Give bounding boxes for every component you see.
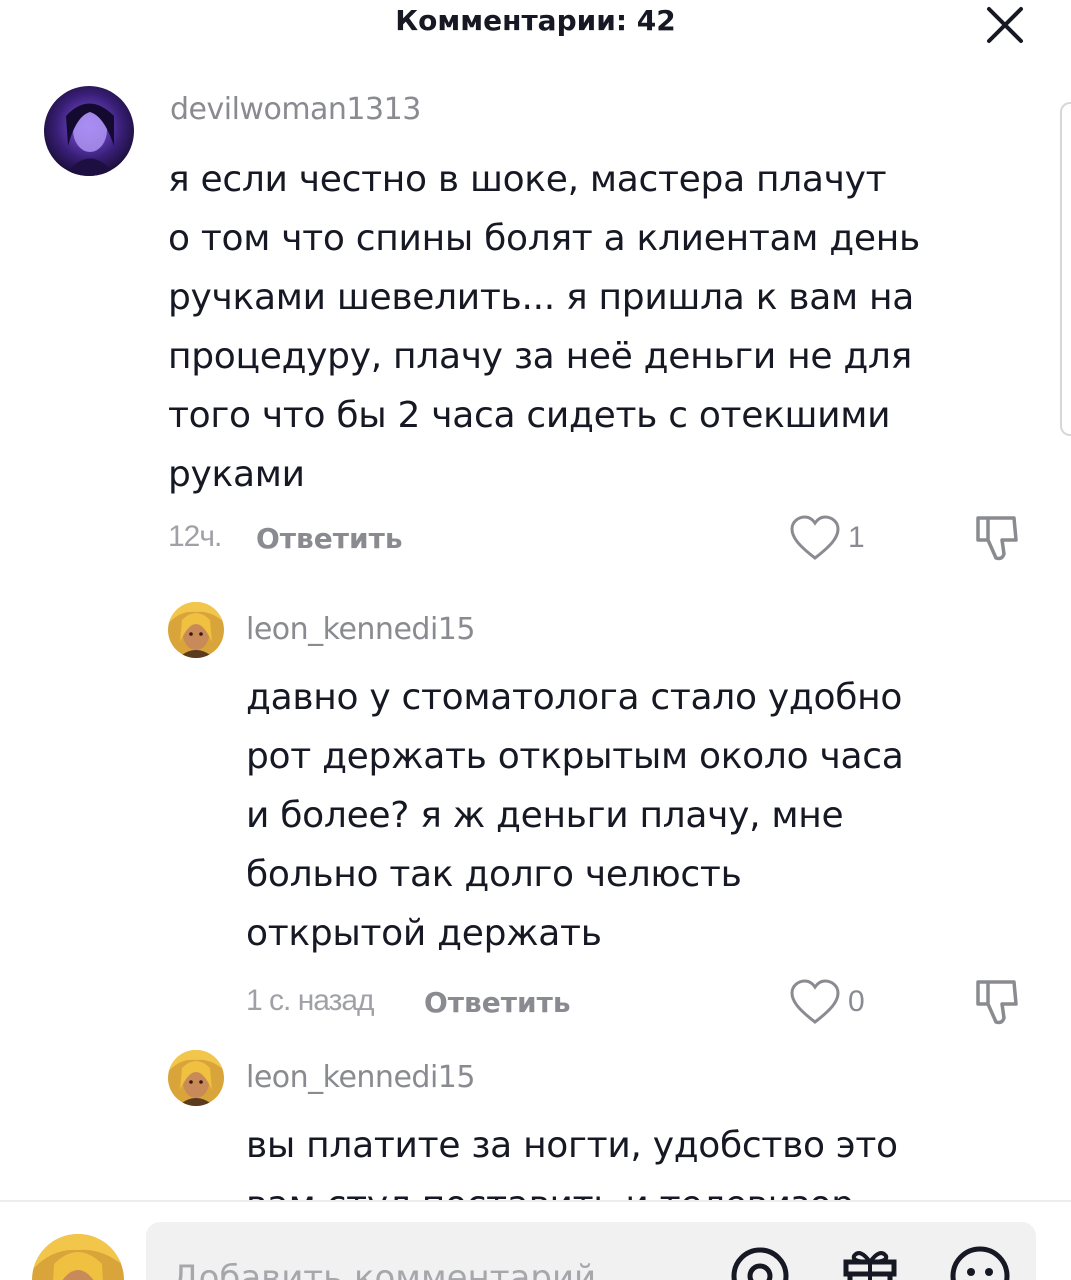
comment-line: давно у стоматолога стало удобно bbox=[246, 677, 903, 718]
mention-button[interactable] bbox=[728, 1244, 792, 1280]
like-count: 0 bbox=[848, 985, 865, 1018]
thumbs-down-icon bbox=[976, 516, 1018, 561]
comment-text: вы платите за ногти, удобство это вам ст… bbox=[246, 1116, 898, 1200]
comment-text: я если честно в шоке, мастера плачут о т… bbox=[168, 150, 920, 504]
comment-input-placeholder: Добавить комментарий... bbox=[172, 1258, 629, 1280]
comment-time: 1 с. назад bbox=[246, 984, 375, 1017]
comment-line: того что бы 2 часа сидеть с отекшими bbox=[168, 395, 891, 436]
scrollbar[interactable] bbox=[1060, 102, 1071, 436]
gift-icon bbox=[843, 1251, 897, 1280]
comment-line: о том что спины болят а клиентам день bbox=[168, 218, 920, 259]
like-button[interactable] bbox=[788, 978, 842, 1031]
composer-divider bbox=[0, 1200, 1071, 1202]
thumbs-down-icon bbox=[976, 980, 1018, 1025]
emoji-button[interactable] bbox=[948, 1244, 1012, 1280]
comment-line: вы платите за ногти, удобство это bbox=[246, 1125, 898, 1166]
heart-icon bbox=[790, 979, 840, 1024]
comment-line: больно так долго челюсть bbox=[246, 854, 742, 895]
dislike-button[interactable] bbox=[972, 514, 1024, 567]
comment-line: руками bbox=[168, 454, 305, 495]
comment-username[interactable]: leon_kennedi15 bbox=[246, 1060, 475, 1095]
comment-username[interactable]: leon_kennedi15 bbox=[246, 612, 475, 647]
comment-line: открытой держать bbox=[246, 913, 602, 954]
emoji-icon bbox=[950, 1246, 1010, 1280]
comment-username[interactable]: devilwoman1313 bbox=[170, 92, 421, 127]
heart-icon bbox=[790, 515, 840, 560]
comment-line: вам стул поставить и телевизор bbox=[246, 1175, 898, 1200]
comment-line: рот держать открытым около часа bbox=[246, 736, 904, 777]
close-button[interactable] bbox=[984, 4, 1026, 46]
comment-line: и более? я ж деньги плачу, мне bbox=[246, 795, 844, 836]
dislike-button[interactable] bbox=[972, 978, 1024, 1031]
gift-button[interactable] bbox=[838, 1244, 902, 1280]
comment-time: 12ч. bbox=[168, 520, 222, 553]
at-icon bbox=[731, 1247, 789, 1280]
comment-line: процедуру, плачу за неё деньги не для bbox=[168, 336, 912, 377]
like-button[interactable] bbox=[788, 514, 842, 567]
like-count: 1 bbox=[848, 521, 865, 554]
avatar-leon_kennedi15[interactable] bbox=[168, 1050, 224, 1106]
page-title: Комментарии: 42 bbox=[395, 4, 676, 37]
avatar-leon_kennedi15[interactable] bbox=[168, 602, 224, 658]
close-icon bbox=[987, 7, 1023, 43]
comment-text: давно у стоматолога стало удобно рот дер… bbox=[246, 668, 904, 963]
avatar-devilwoman1313[interactable] bbox=[44, 86, 134, 176]
reply-button[interactable]: Ответить bbox=[256, 522, 403, 555]
current-user-avatar[interactable] bbox=[32, 1234, 124, 1280]
comment-line: ручками шевелить... я пришла к вам на bbox=[168, 277, 914, 318]
comment-line: я если честно в шоке, мастера плачут bbox=[168, 159, 887, 200]
reply-button[interactable]: Ответить bbox=[424, 986, 571, 1019]
